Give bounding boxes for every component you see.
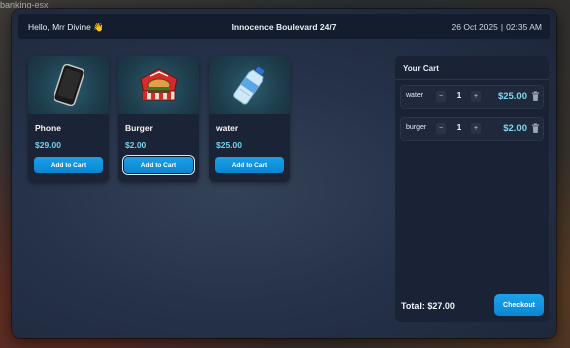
product-card-burger: Burger $2.00 Add to Cart bbox=[118, 56, 199, 182]
cart-item-price: $2.00 bbox=[503, 123, 527, 134]
phone-icon bbox=[53, 64, 84, 106]
cart-item-burger: burger − 1 + $2.00 bbox=[400, 117, 544, 141]
divider bbox=[395, 79, 549, 80]
product-name: water bbox=[216, 123, 239, 133]
decrease-quantity-button[interactable]: − bbox=[436, 91, 446, 102]
checkout-button[interactable]: Checkout bbox=[494, 294, 544, 316]
product-name: Phone bbox=[35, 123, 61, 133]
cart-item-quantity: 1 bbox=[456, 123, 462, 132]
burger-icon bbox=[139, 68, 178, 101]
add-to-cart-button[interactable]: Add to Cart bbox=[34, 157, 103, 173]
shop-window: Hello, Mrr Divine 👋 Innocence Boulevard … bbox=[12, 9, 556, 338]
product-price: $29.00 bbox=[35, 140, 61, 150]
trash-icon[interactable] bbox=[531, 123, 540, 134]
product-image bbox=[118, 56, 199, 114]
product-card-water: water $25.00 Add to Cart bbox=[209, 56, 290, 182]
datetime-separator: | bbox=[500, 22, 504, 32]
trash-icon[interactable] bbox=[531, 91, 540, 102]
decrease-quantity-button[interactable]: − bbox=[436, 123, 446, 134]
cart-title: Your Cart bbox=[403, 64, 439, 73]
datetime: 26 Oct 2025 | 02:35 AM bbox=[452, 22, 542, 32]
cart-item-name: water bbox=[406, 92, 424, 99]
product-name: Burger bbox=[125, 123, 153, 133]
cart-item-water: water − 1 + $25.00 bbox=[400, 85, 544, 109]
time-text: 02:35 AM bbox=[506, 22, 542, 32]
product-card-phone: Phone $29.00 Add to Cart bbox=[28, 56, 109, 182]
cart-total: Total: $27.00 bbox=[401, 301, 455, 311]
product-image bbox=[28, 56, 109, 114]
add-to-cart-button[interactable]: Add to Cart bbox=[215, 157, 284, 173]
product-price: $25.00 bbox=[216, 140, 242, 150]
increase-quantity-button[interactable]: + bbox=[471, 91, 481, 102]
product-image bbox=[209, 56, 290, 114]
cart-item-quantity: 1 bbox=[456, 91, 462, 100]
add-to-cart-button[interactable]: Add to Cart bbox=[124, 157, 193, 173]
water-bottle-icon bbox=[232, 66, 264, 105]
header-bar: Hello, Mrr Divine 👋 Innocence Boulevard … bbox=[18, 14, 550, 39]
date-text: 26 Oct 2025 bbox=[451, 22, 498, 32]
increase-quantity-button[interactable]: + bbox=[471, 123, 481, 134]
product-price: $2.00 bbox=[125, 140, 147, 150]
cart-item-name: burger bbox=[406, 124, 427, 131]
cart-panel: Your Cart water − 1 + $25.00 burger − 1 … bbox=[395, 56, 549, 322]
cart-item-price: $25.00 bbox=[497, 91, 527, 102]
